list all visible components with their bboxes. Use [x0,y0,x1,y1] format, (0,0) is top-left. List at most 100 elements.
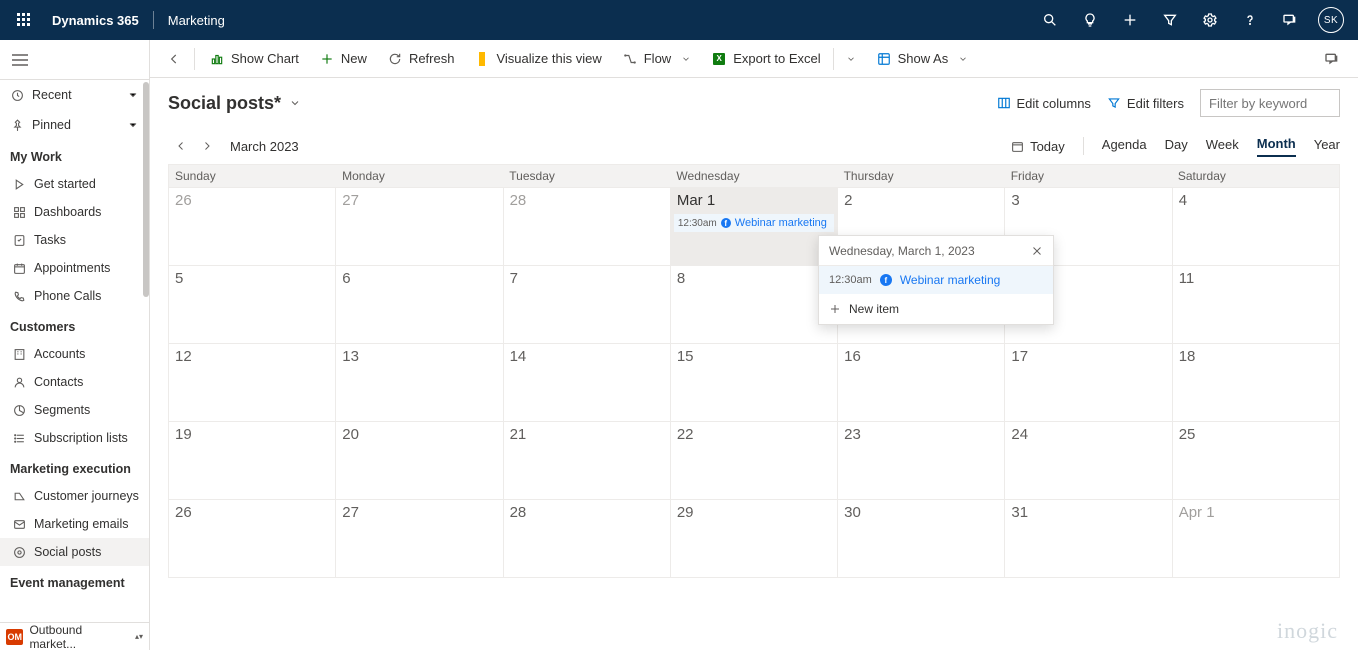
gear-icon[interactable] [1190,0,1230,40]
share-button[interactable] [1316,40,1348,78]
help-icon[interactable] [1230,0,1270,40]
calendar-cell[interactable]: 6 [336,266,503,343]
day-number: 27 [342,504,359,521]
filter-keyword-input[interactable] [1200,89,1340,117]
agenda-mode[interactable]: Agenda [1102,137,1147,156]
day-number: 24 [1011,426,1028,443]
sidebar-item-subscription-lists[interactable]: Subscription lists [0,424,149,452]
calendar-cell[interactable]: 11 [1173,266,1340,343]
sidebar-item-contacts[interactable]: Contacts [0,368,149,396]
show-chart-button[interactable]: Show Chart [201,40,307,78]
sidebar-item-accounts[interactable]: Accounts [0,340,149,368]
new-item-button[interactable]: New item [819,294,1053,324]
calendar-event[interactable]: 12:30amfWebinar marketing [674,214,834,232]
export-excel-button[interactable]: XExport to Excel [703,40,863,78]
day-number: 8 [677,270,685,287]
calendar-cell[interactable]: 31 [1005,500,1172,577]
chevron-down-icon[interactable] [846,54,856,64]
calendar-cell[interactable]: 23 [838,422,1005,499]
calendar-cell[interactable]: 27 [336,188,503,265]
lightbulb-icon[interactable] [1070,0,1110,40]
calendar-cell[interactable]: 26 [169,500,336,577]
calendar-cell[interactable]: 24 [1005,422,1172,499]
day-number: 22 [677,426,694,443]
add-icon[interactable] [1110,0,1150,40]
chat-icon[interactable] [1270,0,1310,40]
calendar-cell[interactable]: 7 [504,266,671,343]
calendar-cell[interactable]: 4 [1173,188,1340,265]
calendar-cell[interactable]: 8 [671,266,838,343]
area-switcher[interactable]: OM Outbound market... ▴▾ [0,622,149,650]
chart-icon [209,51,225,67]
edit-filters-button[interactable]: Edit filters [1107,96,1184,111]
prev-month-button[interactable] [168,133,194,159]
calendar-cell[interactable]: Apr 1 [1173,500,1340,577]
day-number: 27 [342,192,359,209]
brand-label: Dynamics 365 [42,13,149,28]
show-as-button[interactable]: Show As [868,40,977,78]
sidebar-item-get-started[interactable]: Get started [0,170,149,198]
year-mode[interactable]: Year [1314,137,1340,156]
visualize-button[interactable]: Visualize this view [466,40,609,78]
refresh-button[interactable]: Refresh [379,40,463,78]
popup-event[interactable]: 12:30am f Webinar marketing [819,266,1053,294]
chevron-down-icon[interactable] [681,54,691,64]
chevron-down-icon[interactable] [958,54,968,64]
sidebar-item-tasks[interactable]: Tasks [0,226,149,254]
week-row: 1213141516 17 18 [168,344,1340,422]
calendar-cell[interactable]: 12 [169,344,336,421]
sidebar-item-marketing-emails[interactable]: Marketing emails [0,510,149,538]
calendar-cell[interactable]: 13 [336,344,503,421]
close-icon[interactable] [1031,245,1043,257]
flow-button[interactable]: Flow [614,40,699,78]
new-button[interactable]: New [311,40,375,78]
calendar-cell[interactable]: 21 [504,422,671,499]
module-label[interactable]: Marketing [158,13,235,28]
sidebar-scrollbar[interactable] [143,82,149,297]
sidebar-item-social-posts[interactable]: Social posts [0,538,149,566]
next-month-button[interactable] [194,133,220,159]
user-avatar[interactable]: SK [1318,7,1344,33]
view-name[interactable]: Social posts* [168,93,281,114]
day-number: 17 [1011,348,1028,365]
calendar-cell[interactable]: 29 [671,500,838,577]
sidebar-item-dashboards[interactable]: Dashboards [0,198,149,226]
search-icon[interactable] [1030,0,1070,40]
calendar-cell[interactable]: 14 [504,344,671,421]
hamburger-icon[interactable] [0,40,149,80]
calendar-cell[interactable]: 20 [336,422,503,499]
calendar-cell[interactable]: 25 [1173,422,1340,499]
app-launcher-icon[interactable] [6,0,42,40]
recent-label: Recent [32,88,72,102]
week-mode[interactable]: Week [1206,137,1239,156]
month-mode[interactable]: Month [1257,136,1296,157]
calendar-cell[interactable]: 22 [671,422,838,499]
sidebar-item-phone-calls[interactable]: Phone Calls [0,282,149,310]
calendar-cell[interactable]: 15 [671,344,838,421]
calendar-cell[interactable]: 28 [504,188,671,265]
calendar-cell[interactable]: 18 [1173,344,1340,421]
pinned-label: Pinned [32,118,71,132]
edit-columns-button[interactable]: Edit columns [997,96,1091,111]
calendar-cell-today[interactable]: Mar 1 12:30amfWebinar marketing [671,188,838,265]
calendar-cell[interactable]: 19 [169,422,336,499]
day-number: Apr 1 [1179,504,1215,521]
sidebar-item-segments[interactable]: Segments [0,396,149,424]
sidebar-pinned[interactable]: Pinned [0,110,149,140]
today-button[interactable]: Today [1011,139,1065,154]
calendar-cell[interactable]: 26 [169,188,336,265]
calendar-cell[interactable]: 30 [838,500,1005,577]
calendar-cell[interactable]: 5 [169,266,336,343]
back-button[interactable] [160,45,188,73]
chevron-down-icon [127,119,139,131]
sidebar-recent[interactable]: Recent [0,80,149,110]
calendar-cell[interactable]: 17 [1005,344,1172,421]
sidebar-item-appointments[interactable]: Appointments [0,254,149,282]
calendar-cell[interactable]: 28 [504,500,671,577]
sidebar-item-customer-journeys[interactable]: Customer journeys [0,482,149,510]
calendar-cell[interactable]: 16 [838,344,1005,421]
day-mode[interactable]: Day [1165,137,1188,156]
chevron-down-icon[interactable] [289,97,301,109]
calendar-cell[interactable]: 27 [336,500,503,577]
filter-icon[interactable] [1150,0,1190,40]
